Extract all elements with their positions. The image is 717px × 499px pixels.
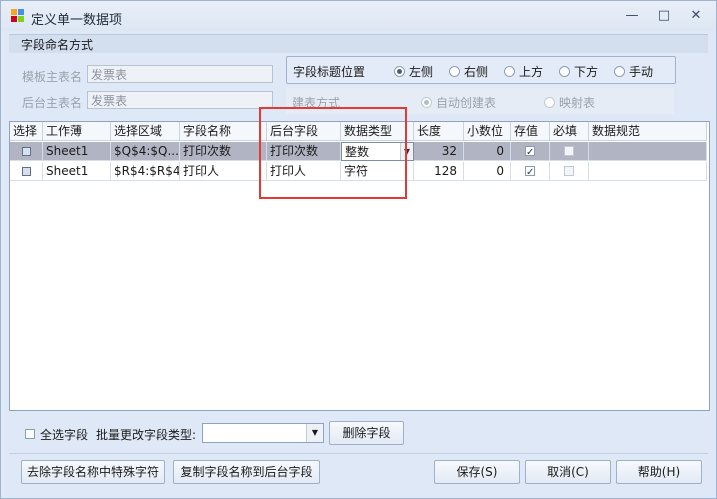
cancel-button[interactable]: 取消(C) [525,460,611,484]
radio-label: 右侧 [464,65,489,79]
cell-required[interactable] [550,162,589,181]
radio-label: 手动 [629,65,654,79]
radio-label: 左侧 [409,65,434,79]
column-header-store[interactable]: 存值 [511,122,550,141]
save-button[interactable]: 保存(S) [434,460,520,484]
column-header-decimals[interactable]: 小数位 [464,122,511,141]
batch-type-combo[interactable]: ▼ [202,423,324,443]
close-button[interactable]: ✕ [685,7,707,25]
radio-icon [559,66,570,77]
cell-workbook[interactable]: Sheet1 [43,162,111,181]
minimize-button[interactable]: — [621,7,643,25]
column-header-range[interactable]: 选择区域 [111,122,180,141]
remove-special-chars-button[interactable]: 去除字段名称中特殊字符 [21,460,165,484]
required-checkbox[interactable] [564,146,574,156]
cell-required[interactable] [550,142,589,161]
cell-range[interactable]: $R$4:$R$4 [111,162,180,181]
naming-section-title: 字段命名方式 [21,38,94,52]
select-all-label: 全选字段 [40,428,89,442]
title-position-label: 字段标题位置 [293,65,366,79]
column-header-field-name[interactable]: 字段名称 [180,122,267,141]
column-header-required[interactable]: 必填 [550,122,589,141]
column-header-select[interactable]: 选择 [10,122,43,141]
backend-table-input[interactable]: 发票表 [87,91,273,109]
build-map-radio[interactable]: 映射表 [544,94,595,111]
cell-decimals[interactable]: 0 [464,162,511,181]
cell-range[interactable]: $Q$4:$Q... [111,142,180,161]
cell-decimals[interactable]: 0 [464,142,511,161]
radio-label: 上方 [519,65,544,79]
naming-section-header: 字段命名方式 [9,34,708,53]
cell-spec[interactable] [589,162,707,181]
cell-field-name[interactable]: 打印人 [180,162,267,181]
radio-icon [449,66,460,77]
app-icon [11,9,25,23]
title-pos-bottom-radio[interactable]: 下方 [559,63,598,80]
radio-selected-icon [394,66,405,77]
cell-spec[interactable] [589,142,707,161]
dialog-window: 定义单一数据项 — □ ✕ 字段命名方式 模板主表名 发票表 后台主表名 发票表… [0,0,717,499]
title-position-group: 字段标题位置 左侧 右侧 上方 下方 手动 [286,56,676,84]
template-table-label: 模板主表名 [22,70,83,84]
cell-length[interactable]: 128 [414,162,464,181]
highlight-annotation-box [259,107,407,199]
backend-table-label: 后台主表名 [22,96,83,110]
change-type-label: 批量更改字段类型: [96,428,197,442]
minimize-icon: — [625,8,639,23]
divider [9,453,708,454]
title-pos-left-radio[interactable]: 左侧 [394,63,433,80]
title-pos-manual-radio[interactable]: 手动 [614,63,653,80]
template-table-input[interactable]: 发票表 [87,65,273,83]
cell-field-name[interactable]: 打印次数 [180,142,267,161]
column-header-workbook[interactable]: 工作薄 [43,122,111,141]
delete-field-button[interactable]: 删除字段 [329,421,404,445]
help-button[interactable]: 帮助(H) [616,460,702,484]
copy-names-button[interactable]: 复制字段名称到后台字段 [173,460,320,484]
title-bar: 定义单一数据项 — □ ✕ [1,1,716,31]
required-checkbox[interactable] [564,166,574,176]
chevron-down-icon[interactable]: ▼ [306,424,323,442]
batch-toolbar: 全选字段 批量更改字段类型: ▼ 删除字段 [9,415,708,453]
radio-icon [544,97,555,108]
store-checkbox[interactable] [525,163,535,180]
cell-length[interactable]: 32 [414,142,464,161]
radio-label: 自动创建表 [436,96,497,110]
row-select-cell[interactable] [10,162,43,181]
cell-workbook[interactable]: Sheet1 [43,142,111,161]
radio-label: 下方 [574,65,599,79]
select-all-checkbox[interactable] [25,429,35,439]
build-auto-radio[interactable]: 自动创建表 [421,94,496,111]
cell-store[interactable] [511,142,550,161]
store-checkbox[interactable] [525,143,535,160]
cell-store[interactable] [511,162,550,181]
title-pos-top-radio[interactable]: 上方 [504,63,543,80]
radio-label: 映射表 [559,96,596,110]
maximize-icon: □ [657,8,671,23]
radio-selected-icon [421,97,432,108]
window-title: 定义单一数据项 [31,13,123,28]
row-select-checkbox[interactable] [22,147,31,156]
radio-icon [614,66,625,77]
maximize-button[interactable]: □ [653,7,675,25]
radio-icon [504,66,515,77]
column-header-spec[interactable]: 数据规范 [589,122,707,141]
column-header-length[interactable]: 长度 [414,122,464,141]
title-pos-right-radio[interactable]: 右侧 [449,63,488,80]
row-select-checkbox[interactable] [22,167,31,176]
close-icon: ✕ [690,8,702,23]
row-select-cell[interactable] [10,142,43,161]
